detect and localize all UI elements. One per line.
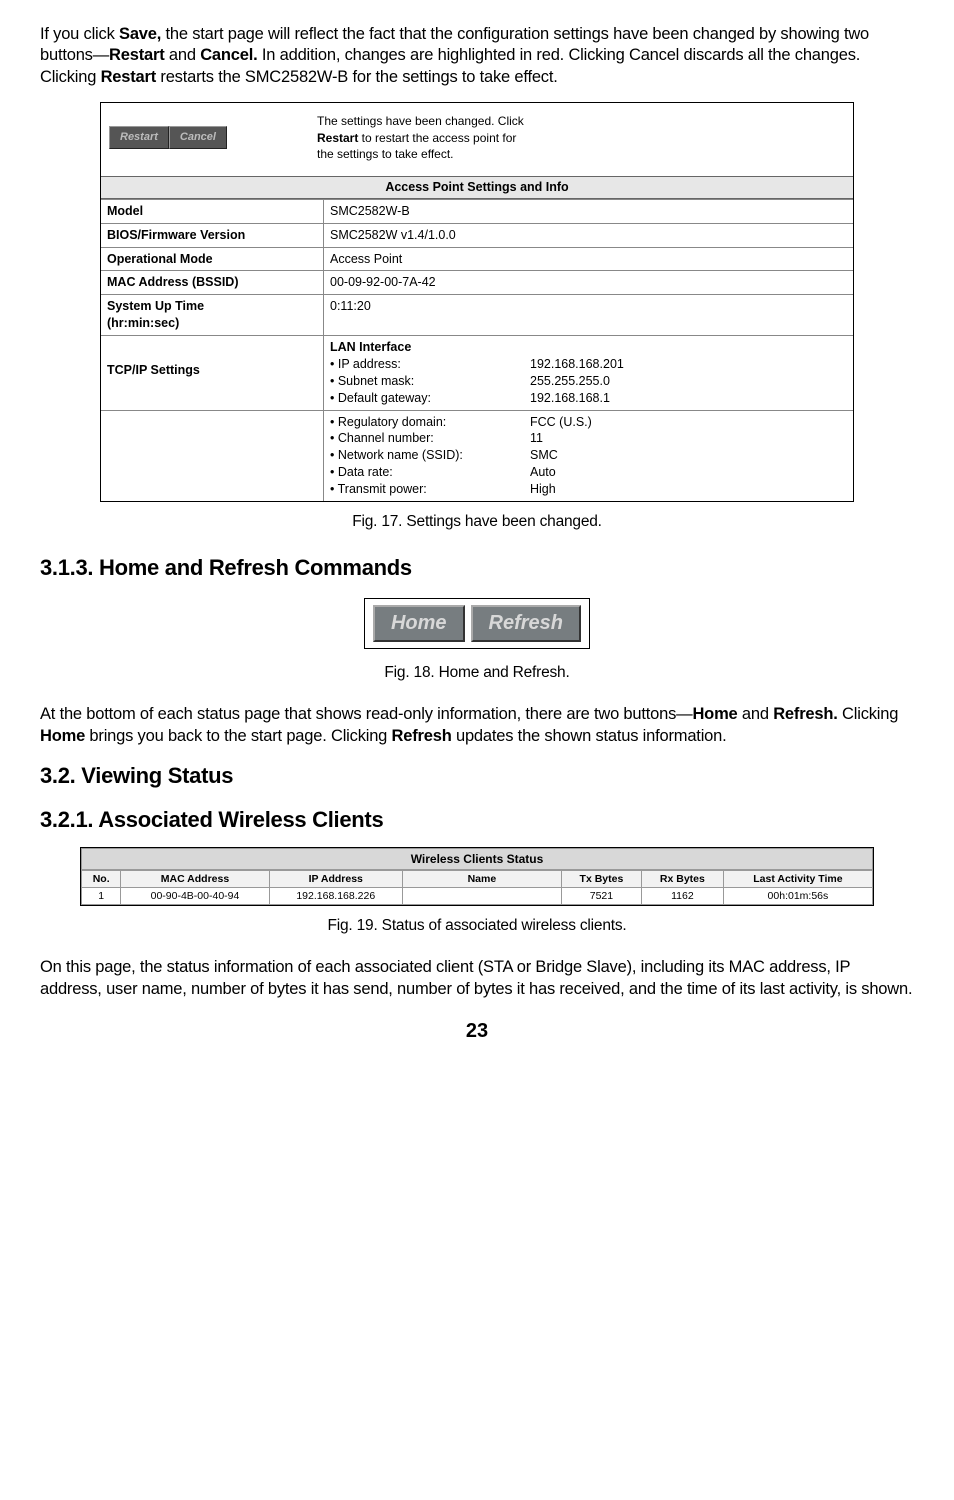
row-bios: BIOS/Firmware Version SMC2582W v1.4/1.0.… bbox=[101, 223, 853, 247]
col-name: Name bbox=[402, 870, 561, 887]
label-txpower: • Transmit power: bbox=[330, 481, 530, 498]
text-bold: Save, bbox=[119, 25, 161, 43]
text-bold: Refresh bbox=[392, 727, 452, 745]
col-ip: IP Address bbox=[269, 870, 402, 887]
value-model: SMC2582W-B bbox=[323, 200, 853, 223]
home-refresh-panel: Home Refresh bbox=[364, 598, 590, 649]
text: restarts the SMC2582W-B for the settings… bbox=[156, 68, 558, 86]
header-message: The settings have been changed. Click Re… bbox=[317, 113, 524, 162]
label-tcpip: TCP/IP Settings bbox=[101, 336, 323, 410]
cell-last: 00h:01m:56s bbox=[723, 888, 872, 905]
figure-17-caption: Fig. 17. Settings have been changed. bbox=[40, 512, 914, 533]
value-uptime: 0:11:20 bbox=[323, 295, 853, 335]
settings-panel: Restart Cancel The settings have been ch… bbox=[100, 102, 854, 502]
value-mode: Access Point bbox=[323, 248, 853, 271]
label-ip: • IP address: bbox=[330, 356, 530, 373]
col-mac: MAC Address bbox=[121, 870, 269, 887]
text: updates the shown status information. bbox=[452, 727, 727, 745]
value-wireless: • Regulatory domain:FCC (U.S.) • Channel… bbox=[323, 411, 853, 501]
cell-name bbox=[402, 888, 561, 905]
value-gateway: 192.168.168.1 bbox=[530, 390, 847, 407]
col-rx: Rx Bytes bbox=[641, 870, 723, 887]
text-bold: Refresh. bbox=[773, 705, 837, 723]
text-bold: Home bbox=[40, 727, 85, 745]
heading-3-1-3: 3.1.3. Home and Refresh Commands bbox=[40, 553, 914, 583]
label-subnet: • Subnet mask: bbox=[330, 373, 530, 390]
value-datarate: Auto bbox=[530, 464, 847, 481]
value-mac: 00-09-92-00-7A-42 bbox=[323, 271, 853, 294]
section-heading: Access Point Settings and Info bbox=[101, 176, 853, 199]
value-ssid: SMC bbox=[530, 447, 847, 464]
text: The settings have been changed. Click bbox=[317, 114, 524, 128]
label-model: Model bbox=[101, 200, 323, 223]
value-subnet: 255.255.255.0 bbox=[530, 373, 847, 390]
panel-header: Restart Cancel The settings have been ch… bbox=[101, 103, 853, 176]
heading-3-2-1: 3.2.1. Associated Wireless Clients bbox=[40, 805, 914, 835]
figure-19-caption: Fig. 19. Status of associated wireless c… bbox=[40, 916, 914, 937]
text: and bbox=[165, 46, 201, 64]
cell-tx: 7521 bbox=[561, 888, 641, 905]
row-uptime: System Up Time (hr:min:sec) 0:11:20 bbox=[101, 294, 853, 335]
table-header-row: No. MAC Address IP Address Name Tx Bytes… bbox=[82, 870, 873, 887]
text: the settings to take effect. bbox=[317, 147, 454, 161]
text: If you click bbox=[40, 25, 119, 43]
text-bold: Cancel. bbox=[200, 46, 257, 64]
button-group: Restart Cancel bbox=[109, 126, 227, 149]
wireless-clients-panel: Wireless Clients Status No. MAC Address … bbox=[80, 847, 874, 907]
text: Clicking bbox=[838, 705, 899, 723]
label-regdomain: • Regulatory domain: bbox=[330, 414, 530, 431]
text-bold: Restart bbox=[109, 46, 164, 64]
closing-paragraph: On this page, the status information of … bbox=[40, 957, 914, 1000]
heading-3-2: 3.2. Viewing Status bbox=[40, 761, 914, 791]
home-button[interactable]: Home bbox=[373, 605, 465, 642]
cancel-button[interactable]: Cancel bbox=[169, 126, 227, 149]
label-datarate: • Data rate: bbox=[330, 464, 530, 481]
text: and bbox=[738, 705, 774, 723]
label-ssid: • Network name (SSID): bbox=[330, 447, 530, 464]
label-mac: MAC Address (BSSID) bbox=[101, 271, 323, 294]
label-channel: • Channel number: bbox=[330, 430, 530, 447]
value-regdomain: FCC (U.S.) bbox=[530, 414, 847, 431]
text: brings you back to the start page. Click… bbox=[85, 727, 392, 745]
cell-ip: 192.168.168.226 bbox=[269, 888, 402, 905]
cell-mac: 00-90-4B-00-40-94 bbox=[121, 888, 269, 905]
text-bold: Home bbox=[692, 705, 737, 723]
row-wireless: • Regulatory domain:FCC (U.S.) • Channel… bbox=[101, 410, 853, 501]
text-bold: Restart bbox=[101, 68, 156, 86]
restart-button[interactable]: Restart bbox=[109, 126, 169, 149]
text: to restart the access point for bbox=[358, 131, 516, 145]
table-caption: Wireless Clients Status bbox=[81, 848, 873, 870]
intro-paragraph: If you click Save, the start page will r… bbox=[40, 24, 914, 88]
refresh-button[interactable]: Refresh bbox=[471, 605, 581, 642]
label-bios: BIOS/Firmware Version bbox=[101, 224, 323, 247]
table-row: 1 00-90-4B-00-40-94 192.168.168.226 7521… bbox=[82, 888, 873, 905]
row-mac: MAC Address (BSSID) 00-09-92-00-7A-42 bbox=[101, 270, 853, 294]
label-mode: Operational Mode bbox=[101, 248, 323, 271]
label-empty bbox=[101, 411, 323, 501]
value-tcpip: LAN Interface • IP address:192.168.168.2… bbox=[323, 336, 853, 410]
row-tcpip: TCP/IP Settings LAN Interface • IP addre… bbox=[101, 335, 853, 410]
value-txpower: High bbox=[530, 481, 847, 498]
cell-rx: 1162 bbox=[641, 888, 723, 905]
figure-18-caption: Fig. 18. Home and Refresh. bbox=[40, 663, 914, 684]
label-uptime: System Up Time (hr:min:sec) bbox=[101, 295, 323, 335]
text: At the bottom of each status page that s… bbox=[40, 705, 692, 723]
value-channel: 11 bbox=[530, 430, 847, 447]
wireless-clients-table: Wireless Clients Status No. MAC Address … bbox=[81, 848, 873, 906]
col-tx: Tx Bytes bbox=[561, 870, 641, 887]
value-ip: 192.168.168.201 bbox=[530, 356, 847, 373]
label-gateway: • Default gateway: bbox=[330, 390, 530, 407]
cell-no: 1 bbox=[82, 888, 121, 905]
lan-interface-heading: LAN Interface bbox=[330, 339, 847, 356]
col-no: No. bbox=[82, 870, 121, 887]
row-model: Model SMC2582W-B bbox=[101, 199, 853, 223]
row-mode: Operational Mode Access Point bbox=[101, 247, 853, 271]
home-refresh-paragraph: At the bottom of each status page that s… bbox=[40, 704, 914, 747]
col-last: Last Activity Time bbox=[723, 870, 872, 887]
text: System Up Time bbox=[107, 299, 204, 313]
text-bold: Restart bbox=[317, 131, 358, 145]
text: (hr:min:sec) bbox=[107, 316, 179, 330]
page-number: 23 bbox=[40, 1018, 914, 1045]
value-bios: SMC2582W v1.4/1.0.0 bbox=[323, 224, 853, 247]
